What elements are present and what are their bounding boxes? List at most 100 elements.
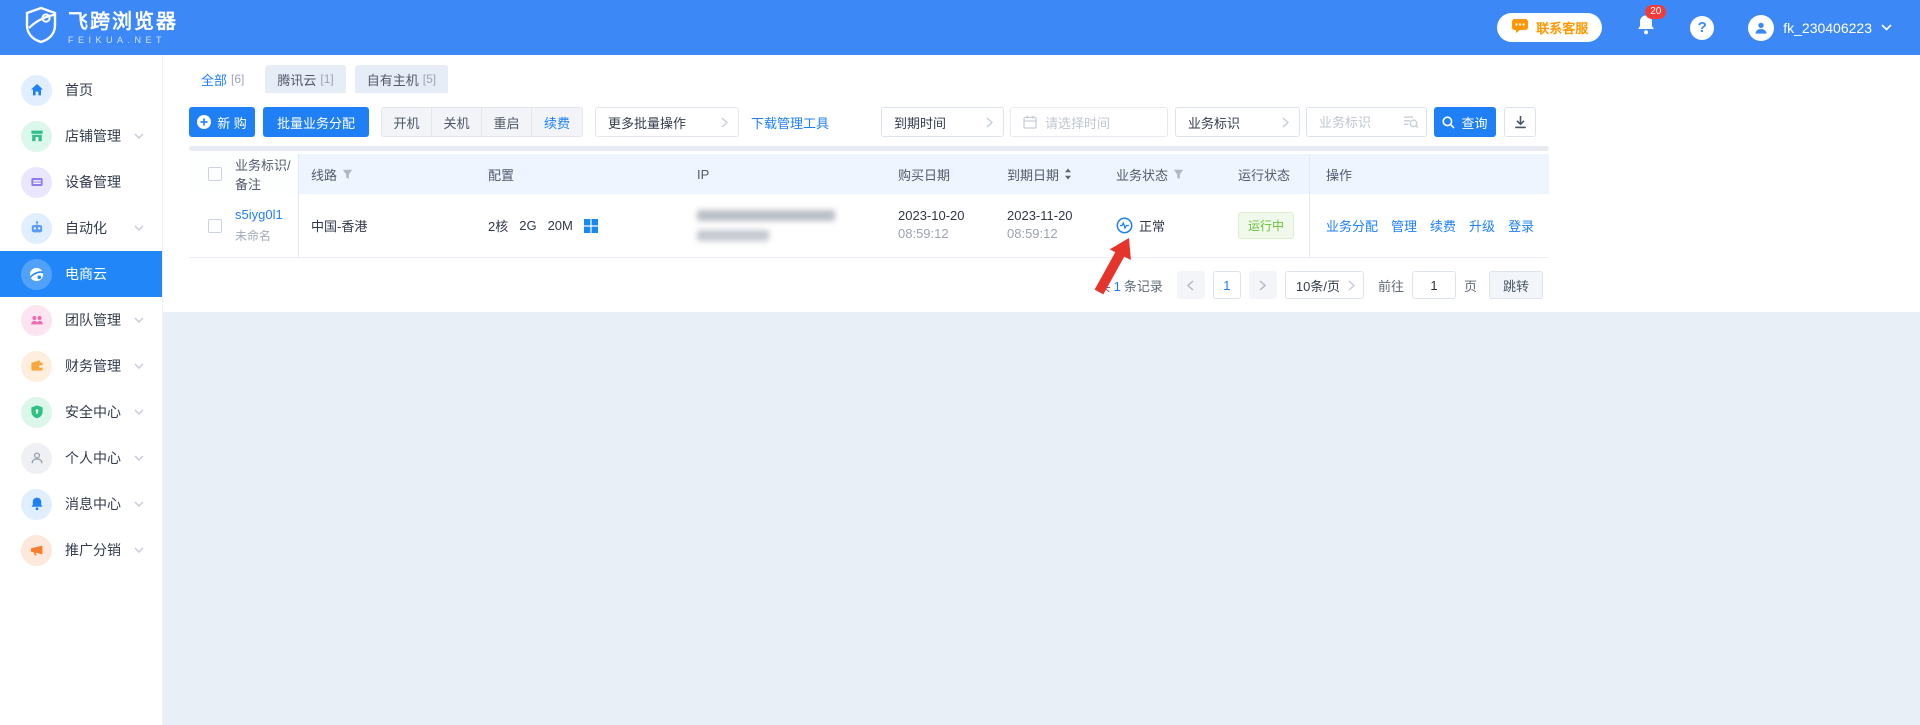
- robot-icon: [21, 213, 52, 244]
- row-checkbox[interactable]: [208, 219, 222, 233]
- windows-os-icon: [584, 219, 598, 233]
- sort-icon[interactable]: [1064, 168, 1072, 180]
- user-menu[interactable]: fk_230406223: [1748, 15, 1892, 41]
- table-horizontal-scrollbar[interactable]: [189, 146, 1549, 151]
- calendar-icon: [1023, 115, 1037, 129]
- goto-suffix: 页: [1464, 276, 1477, 295]
- goto-label: 前往: [1378, 276, 1404, 295]
- chevron-right-icon: [986, 117, 993, 128]
- restart-button[interactable]: 重启: [482, 108, 532, 136]
- next-page-button[interactable]: [1249, 271, 1277, 299]
- instance-remark: 未命名: [235, 227, 298, 244]
- top-header: 飞跨浏览器 FEIKUA.NET 联系客服 20 ?: [0, 0, 1920, 55]
- app-subtitle: FEIKUA.NET: [68, 35, 178, 45]
- notifications-button[interactable]: 20: [1636, 14, 1656, 41]
- user-icon: [1753, 20, 1769, 36]
- op-upgrade-link[interactable]: 升级: [1469, 216, 1495, 235]
- download-tool-link[interactable]: 下载管理工具: [751, 113, 829, 132]
- chevron-down-icon: [134, 133, 144, 139]
- tab-all[interactable]: 全部[6]: [189, 65, 256, 93]
- sidebar-item-security-center[interactable]: 安全中心: [0, 389, 162, 435]
- tab-tencent-cloud[interactable]: 腾讯云[1]: [265, 65, 345, 93]
- chevron-right-icon: [1259, 280, 1266, 291]
- op-renew-link[interactable]: 续费: [1430, 216, 1456, 235]
- expire-time-select[interactable]: 到期时间: [881, 107, 1004, 137]
- export-button[interactable]: [1504, 107, 1536, 137]
- renew-button[interactable]: 续费: [532, 108, 582, 136]
- chat-bubble-icon: [1511, 18, 1529, 37]
- buy-time: 08:59:12: [898, 225, 994, 243]
- instance-id-link[interactable]: s5iyg0l1: [235, 207, 298, 222]
- pagination: 共1条记录 1 10条/页 前往 页 跳转: [189, 271, 1549, 299]
- record-total: 共1条记录: [1098, 276, 1163, 295]
- server-table: 业务标识/备注 线路 配置 IP 购买日期 到期日期: [189, 154, 1549, 258]
- query-button[interactable]: 查询: [1434, 107, 1496, 137]
- sidebar-item-message-center[interactable]: 消息中心: [0, 481, 162, 527]
- sidebar-item-ecommerce-cloud[interactable]: 电商云: [0, 251, 162, 297]
- new-purchase-button[interactable]: 新 购: [189, 107, 255, 137]
- chevron-right-icon: [1282, 117, 1289, 128]
- op-manage-link[interactable]: 管理: [1391, 216, 1417, 235]
- avatar: [1748, 15, 1774, 41]
- table-row: s5iyg0l1 未命名 中国-香港 2核 2G 20M: [189, 194, 1549, 258]
- chevron-down-icon: [134, 363, 144, 369]
- power-on-button[interactable]: 开机: [382, 108, 432, 136]
- goto-page-input[interactable]: [1412, 271, 1456, 299]
- more-batch-dropdown[interactable]: 更多批量操作: [595, 107, 739, 137]
- filter-funnel-icon[interactable]: [1173, 169, 1184, 180]
- sidebar-item-automation[interactable]: 自动化: [0, 205, 162, 251]
- team-icon: [21, 305, 52, 336]
- device-icon: [21, 167, 52, 198]
- sidebar-item-promotion[interactable]: 推广分销: [0, 527, 162, 573]
- line-value: 中国-香港: [311, 216, 367, 235]
- select-all-checkbox[interactable]: [208, 167, 222, 181]
- contact-support-button[interactable]: 联系客服: [1497, 13, 1602, 42]
- filter-funnel-icon[interactable]: [342, 169, 353, 180]
- logo: 飞跨浏览器 FEIKUA.NET: [24, 6, 178, 49]
- op-login-link[interactable]: 登录: [1508, 216, 1534, 235]
- power-off-button[interactable]: 关机: [432, 108, 482, 136]
- sidebar-item-personal-center[interactable]: 个人中心: [0, 435, 162, 481]
- page-background: [163, 312, 1920, 725]
- tab-strip: 全部[6] 腾讯云[1] 自有主机[5]: [189, 65, 1920, 93]
- sidebar: 首页 店铺管理 设备管理 自动化 电商云 团队管理: [0, 55, 163, 725]
- plus-circle-icon: [197, 115, 211, 129]
- notification-count-badge: 20: [1645, 5, 1666, 19]
- chevron-down-icon: [134, 225, 144, 231]
- sidebar-item-device-management[interactable]: 设备管理: [0, 159, 162, 205]
- main-area: 全部[6] 腾讯云[1] 自有主机[5] 新 购 批量业务分配: [163, 55, 1920, 725]
- sidebar-item-finance-management[interactable]: 财务管理: [0, 343, 162, 389]
- help-button[interactable]: ?: [1690, 16, 1714, 40]
- table-header-row: 业务标识/备注 线路 配置 IP 购买日期 到期日期: [189, 154, 1549, 194]
- app-title: 飞跨浏览器: [68, 11, 178, 33]
- prev-page-button[interactable]: [1177, 271, 1205, 299]
- date-picker-input[interactable]: 请选择时间: [1010, 107, 1168, 137]
- globe-cloud-icon: [21, 259, 52, 290]
- app: 飞跨浏览器 FEIKUA.NET 联系客服 20 ?: [0, 0, 1920, 725]
- bell-icon: [21, 489, 52, 520]
- toolbar: 新 购 批量业务分配 开机 关机 重启 续费 更多批量操作: [189, 107, 1549, 137]
- filter-search-icon: [1403, 114, 1419, 130]
- username: fk_230406223: [1783, 20, 1872, 36]
- expire-time: 08:59:12: [1007, 225, 1104, 243]
- sidebar-item-shop-management[interactable]: 店铺管理: [0, 113, 162, 159]
- megaphone-icon: [21, 535, 52, 566]
- op-assign-link[interactable]: 业务分配: [1326, 216, 1378, 235]
- jump-button[interactable]: 跳转: [1489, 271, 1543, 299]
- chevron-down-icon: [134, 317, 144, 323]
- ip-redacted: [657, 194, 879, 257]
- person-icon: [21, 443, 52, 474]
- blurred-ip-line: [697, 210, 835, 221]
- sidebar-item-home[interactable]: 首页: [0, 67, 162, 113]
- expire-date: 2023-11-20: [1007, 207, 1104, 225]
- tab-own-host[interactable]: 自有主机[5]: [355, 65, 448, 93]
- biz-tag-select[interactable]: 业务标识: [1175, 107, 1300, 137]
- page-number-button[interactable]: 1: [1213, 271, 1241, 299]
- batch-assign-button[interactable]: 批量业务分配: [263, 107, 369, 137]
- date-placeholder: 请选择时间: [1045, 113, 1110, 132]
- biz-status-text: 正常: [1139, 216, 1165, 235]
- chevron-down-icon: [134, 501, 144, 507]
- blurred-ip-line: [697, 230, 769, 241]
- sidebar-item-team-management[interactable]: 团队管理: [0, 297, 162, 343]
- page-size-select[interactable]: 10条/页: [1285, 271, 1364, 299]
